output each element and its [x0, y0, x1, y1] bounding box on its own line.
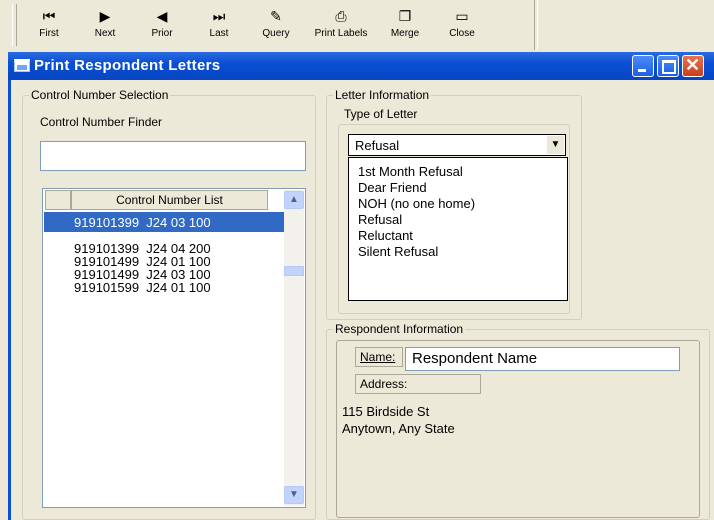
print-labels-button[interactable]: ⎙ Print Labels — [307, 4, 375, 48]
list-item[interactable]: 919101599 J24 01 100 — [74, 281, 211, 294]
window-title: Print Respondent Letters — [34, 57, 221, 74]
chevron-down-icon[interactable]: ▼ — [547, 136, 564, 154]
folder-icon: ▭ — [455, 8, 469, 24]
prior-button[interactable]: ◀ Prior — [134, 4, 190, 48]
close-icon: ✕ — [685, 55, 701, 75]
control-number-selection-legend: Control Number Selection — [29, 88, 171, 102]
respondent-information-legend: Respondent Information — [333, 322, 466, 336]
letter-type-selected-value: Refusal — [355, 138, 400, 153]
address-label-button[interactable]: Address: — [355, 374, 481, 394]
letter-type-option[interactable]: NOH (no one home) — [358, 196, 475, 211]
first-button[interactable]: ⏮ First — [21, 4, 77, 48]
last-label: Last — [209, 28, 229, 39]
control-number-finder-input[interactable] — [40, 141, 306, 171]
name-label: Name: — [360, 350, 396, 364]
scroll-down-icon[interactable]: ▼ — [284, 486, 304, 504]
query-button[interactable]: ✎ Query — [248, 4, 304, 48]
toolbar: ⏮ First ▶ Next ◀ Prior ⏭ Last ✎ Query ⎙ … — [0, 0, 714, 50]
query-label: Query — [262, 28, 290, 39]
letter-type-option[interactable]: Reluctant — [358, 228, 413, 243]
scroll-thumb[interactable] — [284, 266, 304, 276]
control-number-list[interactable] — [42, 188, 306, 508]
control-number-finder-label: Control Number Finder — [40, 115, 163, 129]
prior-label: Prior — [151, 28, 173, 39]
close-window-button[interactable]: ✕ — [682, 55, 704, 77]
last-button[interactable]: ⏭ Last — [191, 4, 247, 48]
merge-button[interactable]: ❐ Merge — [377, 4, 433, 48]
window-title-bar[interactable]: Print Respondent Letters ✕ — [8, 52, 714, 80]
toolbar-separator — [534, 0, 538, 50]
first-record-icon: ⏮ — [42, 8, 56, 24]
next-label: Next — [94, 28, 116, 39]
window-icon-detail — [17, 65, 27, 70]
letter-type-option[interactable]: Refusal — [358, 212, 402, 227]
minimize-button[interactable] — [632, 55, 654, 77]
letter-type-option[interactable]: Silent Refusal — [358, 244, 438, 259]
merge-label: Merge — [390, 28, 420, 39]
type-of-letter-label: Type of Letter — [344, 107, 418, 121]
next-record-icon: ▶ — [99, 8, 111, 24]
last-record-icon: ⏭ — [212, 8, 226, 24]
close-button[interactable]: ▭ Close — [434, 4, 490, 48]
next-button[interactable]: ▶ Next — [77, 4, 133, 48]
address-line-2: Anytown, Any State — [342, 421, 455, 436]
scroll-up-icon[interactable]: ▲ — [284, 191, 304, 209]
maximize-button[interactable] — [657, 55, 679, 77]
letter-type-options-list[interactable]: 1st Month Refusal Dear Friend NOH (no on… — [348, 157, 568, 301]
respondent-name-field[interactable]: Respondent Name — [405, 347, 680, 371]
query-icon: ✎ — [270, 8, 282, 24]
print-labels-label: Print Labels — [314, 28, 368, 39]
prior-record-icon: ◀ — [156, 8, 168, 24]
toolbar-grip[interactable] — [12, 4, 17, 46]
letter-type-dropdown[interactable]: Refusal ▼ — [348, 134, 566, 156]
list-item[interactable]: 919101399 J24 03 100 — [74, 216, 211, 229]
address-label: Address: — [360, 377, 408, 391]
name-label-button[interactable]: Name: — [355, 347, 403, 367]
address-line-1: 115 Birdside St — [342, 404, 430, 419]
letter-information-legend: Letter Information — [333, 88, 432, 102]
close-label: Close — [449, 28, 475, 39]
control-number-list-header[interactable]: Control Number List — [71, 190, 268, 210]
letter-type-option[interactable]: 1st Month Refusal — [358, 164, 463, 179]
first-label: First — [39, 28, 59, 39]
printer-icon: ⎙ — [335, 8, 347, 24]
list-scrollbar[interactable]: ▲ ▼ — [284, 190, 304, 506]
letter-type-option[interactable]: Dear Friend — [358, 180, 427, 195]
list-header-blank-cell — [45, 190, 71, 210]
merge-icon: ❐ — [398, 8, 412, 24]
